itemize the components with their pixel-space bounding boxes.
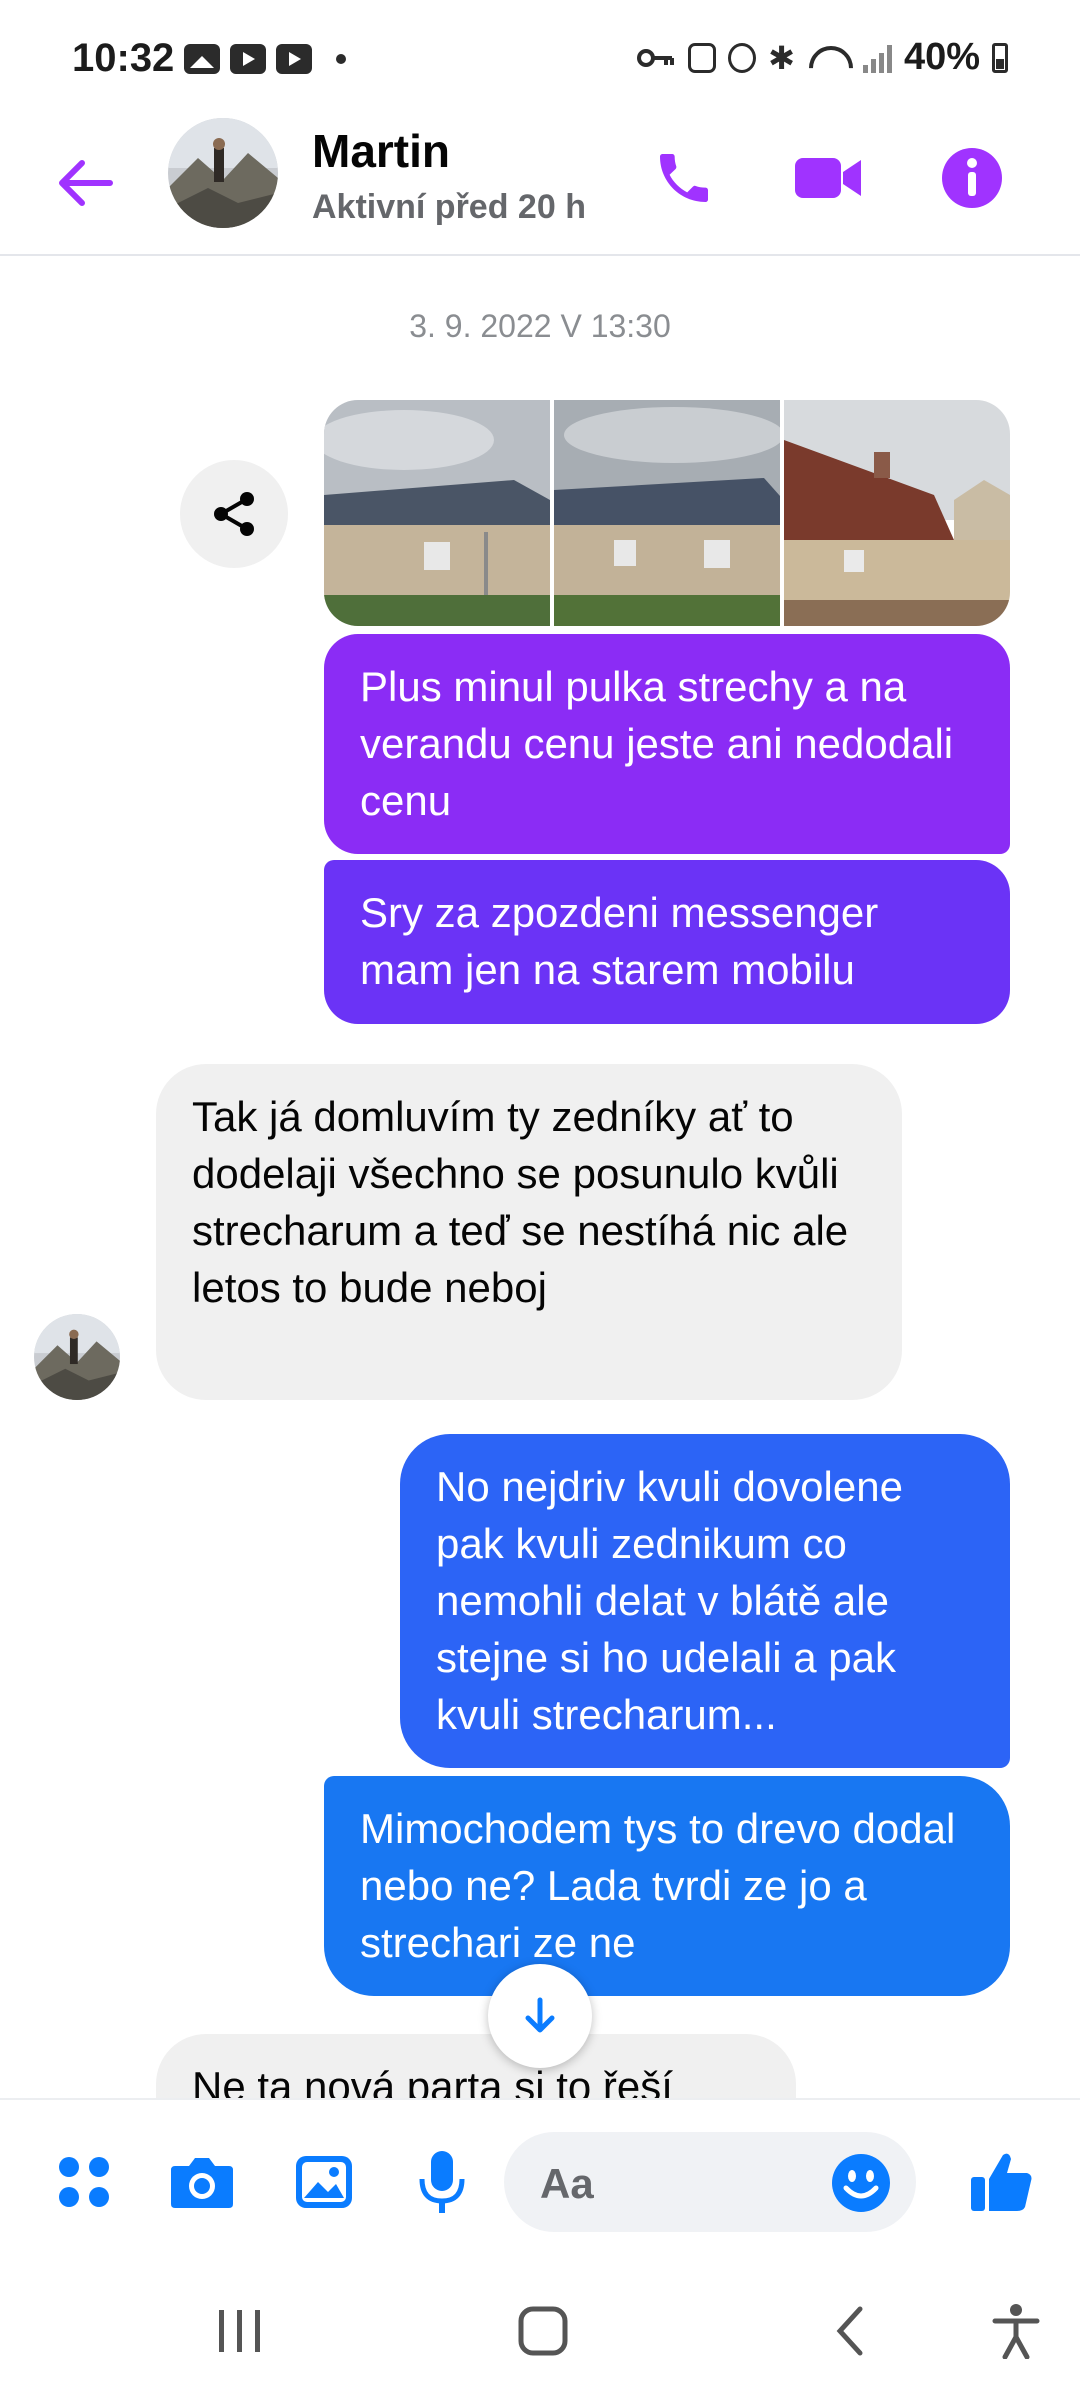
more-notifications-dot-icon bbox=[336, 54, 346, 64]
gallery-button[interactable] bbox=[286, 2144, 362, 2220]
camera-button[interactable] bbox=[164, 2144, 240, 2220]
youtube-notification-icon bbox=[230, 44, 266, 74]
signal-icon bbox=[862, 43, 892, 73]
photo-attachment[interactable] bbox=[554, 400, 780, 626]
message-thread[interactable]: 3. 9. 2022 V 13:30 Plus minul pulka stre… bbox=[0, 256, 1080, 2098]
chevron-left-icon bbox=[836, 2306, 863, 2356]
battery-saver-icon bbox=[688, 42, 717, 73]
status-time: 10:32 bbox=[72, 36, 175, 80]
info-icon bbox=[942, 148, 1002, 208]
smiley-icon bbox=[832, 2154, 890, 2212]
video-call-button[interactable] bbox=[788, 138, 868, 218]
incoming-message-bubble[interactable]: Ne ta nová parta si to řeší bbox=[156, 2034, 796, 2098]
wifi-icon bbox=[807, 42, 851, 74]
vpn-key-icon bbox=[637, 48, 675, 67]
sender-avatar[interactable] bbox=[34, 1314, 120, 1400]
contact-active-status: Aktivní před 20 h bbox=[312, 188, 586, 226]
photo-attachment[interactable] bbox=[784, 400, 1010, 626]
conversation-header: Martin Aktivní před 20 h bbox=[0, 118, 1080, 256]
system-icons: ✱ 40% bbox=[636, 36, 1008, 79]
audio-call-button[interactable] bbox=[644, 138, 724, 218]
recent-apps-button[interactable] bbox=[210, 2298, 270, 2364]
more-actions-button[interactable] bbox=[46, 2144, 122, 2220]
arrow-down-icon bbox=[525, 1997, 555, 2033]
alarm-icon bbox=[728, 42, 757, 73]
contact-name: Martin bbox=[312, 125, 450, 177]
phone-icon bbox=[660, 154, 708, 202]
outgoing-message-bubble[interactable]: No nejdriv kvuli dovolene pak kvuli zedn… bbox=[400, 1434, 1010, 1768]
video-camera-icon bbox=[795, 158, 861, 198]
home-button[interactable] bbox=[510, 2298, 576, 2364]
back-button[interactable] bbox=[50, 148, 120, 218]
outgoing-message-bubble[interactable]: Mimochodem tys to drevo dodal nebo ne? L… bbox=[324, 1776, 1010, 1996]
battery-icon bbox=[992, 42, 1008, 73]
outgoing-message-bubble[interactable]: Sry za zpozdeni messenger mam jen na sta… bbox=[324, 860, 1010, 1024]
microphone-icon bbox=[419, 2151, 465, 2213]
bluetooth-icon: ✱ bbox=[768, 39, 795, 76]
camera-icon bbox=[171, 2158, 233, 2208]
image-icon bbox=[296, 2156, 352, 2208]
emoji-button[interactable] bbox=[830, 2152, 892, 2214]
outgoing-message-bubble[interactable]: Plus minul pulka strechy a na verandu ce… bbox=[324, 634, 1010, 854]
avatar-photo-icon bbox=[168, 118, 278, 228]
recent-apps-icon bbox=[219, 2310, 260, 2352]
gallery-notification-icon bbox=[184, 44, 220, 74]
message-input-placeholder: Aa bbox=[540, 2160, 594, 2207]
thread-timestamp: 3. 9. 2022 V 13:30 bbox=[409, 308, 671, 344]
roof-photo-image bbox=[324, 400, 550, 626]
share-icon bbox=[214, 492, 254, 536]
battery-percent: 40% bbox=[903, 36, 980, 78]
message-input[interactable]: Aa bbox=[504, 2132, 916, 2232]
status-bar: 10:32 ✱ 40% bbox=[0, 0, 1080, 118]
system-navigation-bar bbox=[0, 2262, 1080, 2400]
conversation-info-button[interactable] bbox=[932, 138, 1012, 218]
accessibility-icon bbox=[992, 2304, 1040, 2359]
photo-attachments bbox=[324, 400, 1010, 626]
like-button[interactable] bbox=[964, 2144, 1040, 2220]
share-photos-button[interactable] bbox=[180, 460, 288, 568]
home-icon bbox=[518, 2306, 568, 2356]
contact-avatar[interactable] bbox=[168, 118, 278, 228]
arrow-left-icon bbox=[59, 160, 113, 206]
accessibility-button[interactable] bbox=[986, 2298, 1046, 2364]
photo-attachment[interactable] bbox=[324, 400, 550, 626]
apps-grid-icon bbox=[59, 2157, 109, 2207]
message-composer: Aa bbox=[0, 2098, 1080, 2262]
avatar-photo-icon bbox=[34, 1314, 120, 1400]
notification-icons bbox=[184, 44, 346, 74]
incoming-message-bubble[interactable]: Tak já domluvím ty zedníky ať to dodelaj… bbox=[156, 1064, 902, 1400]
youtube-notification-icon bbox=[276, 44, 312, 74]
thumbs-up-icon bbox=[971, 2153, 1032, 2211]
house-photo-image bbox=[784, 400, 1010, 626]
voice-message-button[interactable] bbox=[404, 2144, 480, 2220]
back-nav-button[interactable] bbox=[820, 2298, 880, 2364]
scroll-to-bottom-button[interactable] bbox=[488, 1964, 592, 2068]
roof-photo-image bbox=[554, 400, 780, 626]
